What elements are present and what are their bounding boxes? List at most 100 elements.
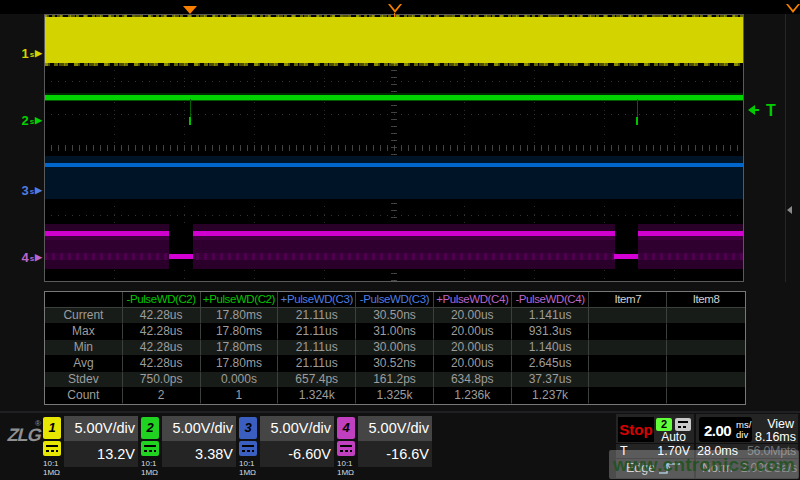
table-cell: [589, 340, 667, 356]
ch4-marker[interactable]: 4s▶: [15, 250, 42, 264]
table-cell: 931.3us: [512, 324, 590, 340]
ch2-probe-ratio: 10:1: [141, 459, 157, 468]
ch2-spike-2: [637, 99, 638, 119]
table-cell: 21.11us: [278, 340, 356, 356]
ch2-noise-bottom: [44, 100, 744, 101]
table-cell: 42.28us: [123, 324, 201, 340]
table-cell: [589, 372, 667, 388]
table-cell: 1.324k: [278, 388, 356, 404]
ch2-spike-1: [190, 99, 191, 119]
table-cell: 20.00us: [434, 308, 512, 324]
ch2-coupling-icon: [141, 441, 159, 456]
ch3-offset: -6.60V: [260, 441, 334, 467]
ch4-gap-2: [615, 223, 638, 269]
table-cell: [667, 372, 745, 388]
ch2-marker-arrow-icon: ▶: [35, 116, 42, 125]
trigger-position-marker[interactable]: [183, 6, 197, 14]
ch1-noise-bottom: [44, 63, 744, 66]
timebase-box[interactable]: 2.00 ms/ div: [699, 417, 752, 442]
table-cell: [667, 308, 745, 324]
waveform-area[interactable]: [44, 14, 744, 282]
ch1-offset: 13.2V: [64, 441, 138, 467]
table-cell: 657.4ps: [278, 372, 356, 388]
ch4-low-pulse-2: [614, 254, 638, 259]
ch2-marker[interactable]: 2s▶: [15, 113, 42, 127]
ch2-spike-2-blob: [636, 117, 638, 125]
ch3-marker[interactable]: 3s▶: [15, 183, 42, 197]
table-cell: [589, 356, 667, 372]
ch4-block[interactable]: 4 10:1 1MΩ 5.00V/div -16.6V: [336, 414, 432, 480]
ch2-marker-glyph: s: [30, 118, 34, 126]
table-header: +PulseWD(C4): [434, 292, 512, 308]
ch4-gap-1: [169, 223, 193, 269]
ch2-offset: 3.38V: [162, 441, 236, 467]
ch3-block[interactable]: 3 10:1 1MΩ 5.00V/div -6.60V: [238, 414, 334, 480]
ch1-vdiv: 5.00V/div: [64, 416, 138, 441]
registered-icon: ®: [35, 419, 41, 428]
table-cell: 634.8ps: [434, 372, 512, 388]
table-row-label: Count: [45, 388, 123, 404]
oscilloscope-screen: 1s▶ 2s▶ 3s▶ 4s▶ T -PulseWD(C2)+PulseWD(C…: [0, 0, 800, 480]
table-row-label: Max: [45, 324, 123, 340]
table-cell: 1.325k: [356, 388, 434, 404]
table-cell: 1.237k: [512, 388, 590, 404]
ch4-waveform: [44, 231, 744, 236]
ch1-impedance: 1MΩ: [43, 468, 60, 477]
edge-marker-right[interactable]: [786, 4, 800, 13]
table-cell: 42.28us: [123, 356, 201, 372]
right-edge-marker: [787, 206, 792, 214]
table-cell: 17.80ms: [201, 308, 279, 324]
ch2-badge: 2: [141, 417, 159, 439]
watermark-text: www.cntronics.com: [609, 452, 799, 478]
ch4-marker-arrow-icon: ▶: [35, 253, 42, 262]
center-marker-tail: [394, 13, 395, 17]
ch4-low-dashes: [44, 253, 744, 260]
table-cell: 30.00ns: [356, 340, 434, 356]
table-header: +PulseWD(C2): [201, 292, 279, 308]
trigger-mode[interactable]: Auto: [655, 431, 692, 443]
center-marker[interactable]: [388, 4, 402, 13]
ch1-marker-arrow-icon: ▶: [35, 49, 42, 58]
table-cell: 1.140us: [512, 340, 590, 356]
table-cell: 30.50ns: [356, 308, 434, 324]
timebase-value: 2.00: [704, 422, 731, 439]
table-cell: [589, 308, 667, 324]
ch1-marker[interactable]: 1s▶: [15, 46, 42, 60]
ch1-probe-ratio: 10:1: [43, 459, 59, 468]
ch1-waveform: [44, 17, 744, 63]
ch4-vdiv: 5.00V/div: [358, 416, 432, 441]
ch1-block[interactable]: 1 10:1 1MΩ 5.00V/div 13.2V: [42, 414, 138, 480]
stop-button[interactable]: Stop: [618, 417, 654, 442]
table-header: [45, 292, 123, 308]
table-cell: 31.00ns: [356, 324, 434, 340]
ch2-block[interactable]: 2 10:1 1MΩ 5.00V/div 3.38V: [140, 414, 236, 480]
table-cell: 2: [123, 388, 201, 404]
table-cell: 1.236k: [434, 388, 512, 404]
ch2-spike-1-blob: [189, 117, 191, 125]
ch4-offset: -16.6V: [358, 441, 432, 467]
table-cell: 0.000s: [201, 372, 279, 388]
table-cell: 20.00us: [434, 340, 512, 356]
ch3-impedance: 1MΩ: [239, 468, 256, 477]
table-cell: 17.80ms: [201, 340, 279, 356]
table-cell: [667, 388, 745, 404]
trigger-t-letter: T: [763, 102, 779, 119]
table-cell: 17.80ms: [201, 356, 279, 372]
ch3-marker-glyph: s: [30, 188, 34, 196]
ch2-marker-label: 2: [21, 114, 28, 127]
measure-table: -PulseWD(C2)+PulseWD(C2)+PulseWD(C3)-Pul…: [44, 291, 746, 405]
zlg-logo: ZLG ®: [8, 421, 44, 449]
table-header: -PulseWD(C2): [123, 292, 201, 308]
table-cell: [589, 388, 667, 404]
table-cell: 42.28us: [123, 340, 201, 356]
ch3-marker-label: 3: [21, 184, 28, 197]
trigger-level-marker[interactable]: T: [748, 102, 790, 119]
table-cell: 20.00us: [434, 356, 512, 372]
ch3-waveform: [44, 163, 744, 167]
table-cell: 30.52ns: [356, 356, 434, 372]
table-cell: [589, 324, 667, 340]
table-row-label: Min: [45, 340, 123, 356]
ch3-coupling-icon: [239, 441, 257, 456]
ch4-low-pulse-1: [169, 254, 193, 259]
ch3-vdiv: 5.00V/div: [260, 416, 334, 441]
